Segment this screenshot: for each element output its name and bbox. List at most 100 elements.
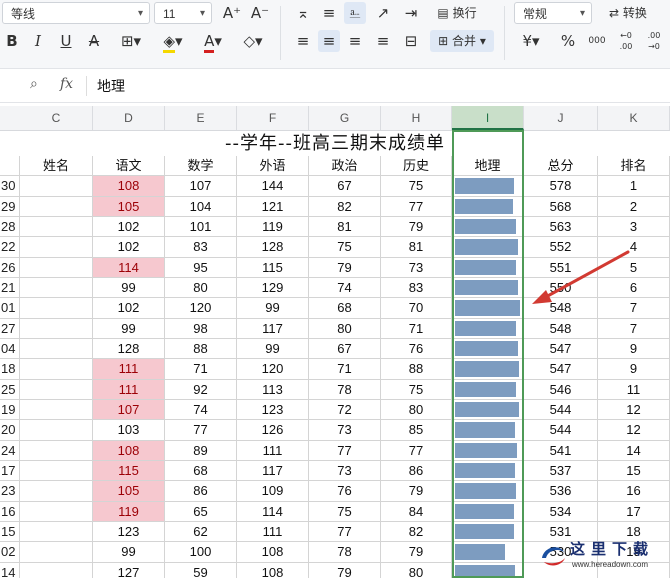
score-cell[interactable]: 73 <box>309 420 381 441</box>
align-left-icon[interactable]: ≡ <box>292 30 314 52</box>
row-number[interactable]: 02 <box>0 542 20 563</box>
total-cell[interactable]: 541 <box>524 440 598 461</box>
score-cell[interactable]: 76 <box>309 481 381 502</box>
wrap-text-button[interactable]: ▤ 换行 <box>432 2 482 24</box>
score-cell[interactable]: 111 <box>93 379 165 400</box>
rank-cell[interactable]: 16 <box>598 481 670 502</box>
score-cell[interactable]: 70 <box>381 298 452 319</box>
score-cell[interactable]: 120 <box>165 298 237 319</box>
row-number[interactable]: 19 <box>0 399 20 421</box>
total-cell[interactable]: 548 <box>524 298 598 319</box>
underline-button[interactable]: U <box>56 30 76 52</box>
grow-font-button[interactable]: A⁺ <box>220 2 244 24</box>
score-cell[interactable]: 80 <box>165 277 237 299</box>
geography-databar-cell[interactable] <box>452 176 524 197</box>
score-cell[interactable]: 59 <box>165 562 237 578</box>
column-header-D[interactable]: D <box>93 106 165 130</box>
align-top-icon[interactable]: ⌅ <box>292 2 314 24</box>
score-cell[interactable]: 100 <box>165 542 237 563</box>
column-header-I[interactable]: I <box>452 106 524 130</box>
score-cell[interactable]: 119 <box>93 501 165 522</box>
geography-databar-cell[interactable] <box>452 542 524 563</box>
row-number[interactable]: 24 <box>0 440 20 461</box>
name-cell[interactable] <box>20 460 93 482</box>
name-cell[interactable] <box>20 277 93 299</box>
geography-databar-cell[interactable] <box>452 440 524 461</box>
score-cell[interactable]: 102 <box>93 298 165 319</box>
table-header-cell[interactable]: 外语 <box>237 156 309 177</box>
geography-databar-cell[interactable] <box>452 237 524 258</box>
score-cell[interactable]: 99 <box>93 542 165 563</box>
score-cell[interactable]: 105 <box>93 481 165 502</box>
score-cell[interactable]: 79 <box>309 257 381 278</box>
score-cell[interactable]: 115 <box>93 460 165 482</box>
score-cell[interactable]: 71 <box>309 359 381 380</box>
name-cell[interactable] <box>20 237 93 258</box>
score-cell[interactable]: 75 <box>309 501 381 522</box>
score-cell[interactable]: 92 <box>165 379 237 400</box>
geography-databar-cell[interactable] <box>452 460 524 482</box>
rank-cell[interactable]: 2 <box>598 196 670 217</box>
column-header-F[interactable]: F <box>237 106 309 130</box>
geography-databar-cell[interactable] <box>452 257 524 278</box>
fill-color-icon[interactable]: ◈▾ <box>156 30 190 53</box>
align-bottom-icon[interactable]: ⎁ <box>344 2 366 24</box>
score-cell[interactable]: 76 <box>381 338 452 360</box>
score-cell[interactable]: 121 <box>237 196 309 217</box>
score-cell[interactable]: 108 <box>237 542 309 563</box>
score-cell[interactable]: 111 <box>237 440 309 461</box>
name-cell[interactable] <box>20 501 93 522</box>
geography-databar-cell[interactable] <box>452 562 524 578</box>
score-cell[interactable]: 108 <box>93 440 165 461</box>
score-cell[interactable]: 73 <box>381 257 452 278</box>
score-cell[interactable]: 114 <box>93 257 165 278</box>
score-cell[interactable]: 72 <box>309 399 381 421</box>
score-cell[interactable]: 73 <box>309 460 381 482</box>
table-header-cell[interactable]: 政治 <box>309 156 381 177</box>
row-number[interactable]: 16 <box>0 501 20 522</box>
score-cell[interactable]: 95 <box>165 257 237 278</box>
score-cell[interactable]: 67 <box>309 176 381 197</box>
score-cell[interactable]: 80 <box>381 562 452 578</box>
geography-databar-cell[interactable] <box>452 359 524 380</box>
score-cell[interactable]: 80 <box>309 318 381 339</box>
score-cell[interactable]: 126 <box>237 420 309 441</box>
name-cell[interactable] <box>20 359 93 380</box>
score-cell[interactable]: 82 <box>309 196 381 217</box>
eraser-icon[interactable]: ◇▾ <box>236 30 270 52</box>
name-cell[interactable] <box>20 176 93 197</box>
name-cell[interactable] <box>20 196 93 217</box>
total-cell[interactable]: 537 <box>524 460 598 482</box>
score-cell[interactable]: 108 <box>93 176 165 197</box>
geography-databar-cell[interactable] <box>452 318 524 339</box>
row-number[interactable]: 15 <box>0 521 20 543</box>
score-cell[interactable]: 117 <box>237 318 309 339</box>
score-cell[interactable]: 103 <box>93 420 165 441</box>
score-cell[interactable]: 129 <box>237 277 309 299</box>
rank-cell[interactable]: 6 <box>598 277 670 299</box>
row-number[interactable]: 01 <box>0 298 20 319</box>
indent-icon[interactable]: ⇥ <box>400 2 422 24</box>
table-header-cell[interactable]: 语文 <box>93 156 165 177</box>
name-cell[interactable] <box>20 216 93 238</box>
score-cell[interactable]: 79 <box>381 216 452 238</box>
score-cell[interactable]: 101 <box>165 216 237 238</box>
row-number[interactable]: 23 <box>0 481 20 502</box>
rank-cell[interactable]: 12 <box>598 420 670 441</box>
percent-button[interactable]: % <box>558 30 578 52</box>
total-cell[interactable]: 552 <box>524 237 598 258</box>
total-cell[interactable]: 536 <box>524 481 598 502</box>
total-cell[interactable]: 548 <box>524 318 598 339</box>
total-cell[interactable]: 568 <box>524 196 598 217</box>
score-cell[interactable]: 105 <box>93 196 165 217</box>
score-cell[interactable]: 128 <box>93 338 165 360</box>
font-name-select[interactable]: 等线 ▾ <box>2 2 150 24</box>
align-middle-icon[interactable]: ≡ <box>318 2 340 24</box>
rank-cell[interactable]: 4 <box>598 237 670 258</box>
align-center-icon[interactable]: ≡ <box>318 30 340 52</box>
score-cell[interactable]: 99 <box>93 318 165 339</box>
score-cell[interactable]: 99 <box>93 277 165 299</box>
score-cell[interactable]: 81 <box>381 237 452 258</box>
table-header-cell[interactable]: 总分 <box>524 156 598 177</box>
row-number[interactable]: 26 <box>0 257 20 278</box>
